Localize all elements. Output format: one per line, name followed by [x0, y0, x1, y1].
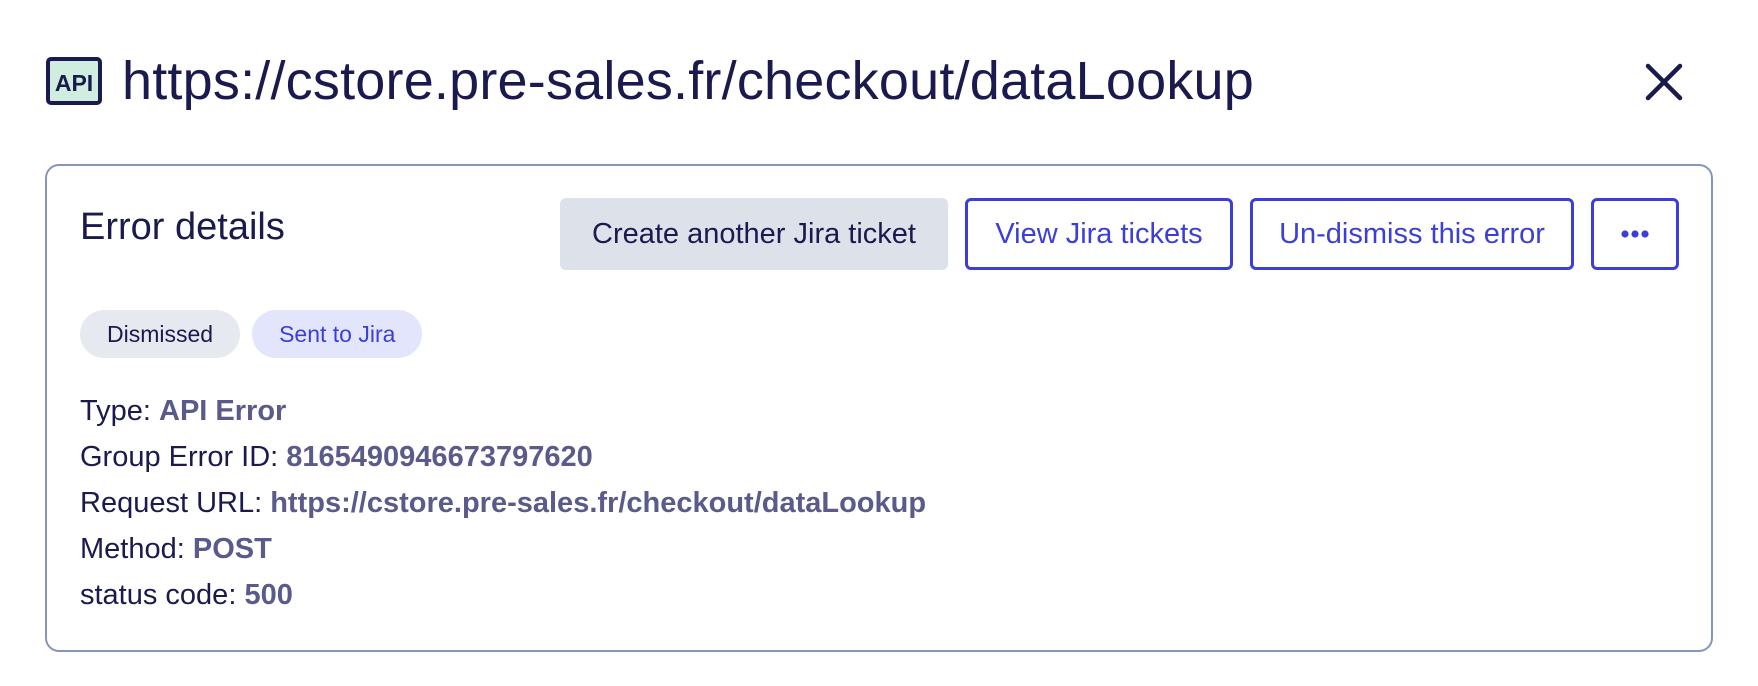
detail-label: status code:	[80, 579, 237, 611]
close-icon	[1645, 63, 1683, 101]
detail-row-method: Method: POST	[80, 526, 926, 572]
ellipsis-icon	[1621, 230, 1649, 238]
more-options-button[interactable]	[1591, 198, 1679, 270]
view-jira-tickets-button[interactable]: View Jira tickets	[965, 198, 1233, 270]
detail-row-group-error-id: Group Error ID: 8165490946673797620	[80, 434, 926, 480]
detail-label: Method:	[80, 533, 185, 565]
card-title: Error details	[80, 206, 285, 248]
error-detail-list: Type: API Error Group Error ID: 81654909…	[80, 388, 926, 618]
detail-value-group-error-id: 8165490946673797620	[286, 441, 593, 473]
error-details-card: Error details Create another Jira ticket…	[45, 164, 1713, 652]
status-badge-sent-to-jira: Sent to Jira	[252, 310, 423, 358]
modal-header: API https://cstore.pre-sales.fr/checkout…	[46, 46, 1712, 116]
detail-label: Request URL:	[80, 487, 263, 519]
action-bar: Create another Jira ticket View Jira tic…	[560, 198, 1679, 270]
detail-value-type: API Error	[159, 395, 287, 427]
api-icon-text: API	[55, 70, 93, 96]
error-modal: API https://cstore.pre-sales.fr/checkout…	[0, 0, 1758, 686]
api-icon: API	[46, 57, 102, 105]
close-button[interactable]	[1640, 58, 1688, 106]
detail-row-type: Type: API Error	[80, 388, 926, 434]
detail-value-status-code: 500	[244, 579, 293, 611]
page-title: https://cstore.pre-sales.fr/checkout/dat…	[122, 51, 1255, 111]
detail-value-method: POST	[192, 533, 272, 565]
detail-row-request-url: Request URL: https://cstore.pre-sales.fr…	[80, 480, 926, 526]
detail-row-status-code: status code: 500	[80, 572, 926, 618]
undismiss-error-button[interactable]: Un-dismiss this error	[1250, 198, 1574, 270]
detail-label: Type:	[80, 395, 151, 427]
status-badges: Dismissed Sent to Jira	[80, 310, 423, 358]
status-badge-dismissed: Dismissed	[80, 310, 241, 358]
detail-label: Group Error ID:	[80, 441, 279, 473]
create-jira-ticket-button[interactable]: Create another Jira ticket	[560, 198, 948, 270]
detail-value-request-url: https://cstore.pre-sales.fr/checkout/dat…	[270, 487, 927, 519]
